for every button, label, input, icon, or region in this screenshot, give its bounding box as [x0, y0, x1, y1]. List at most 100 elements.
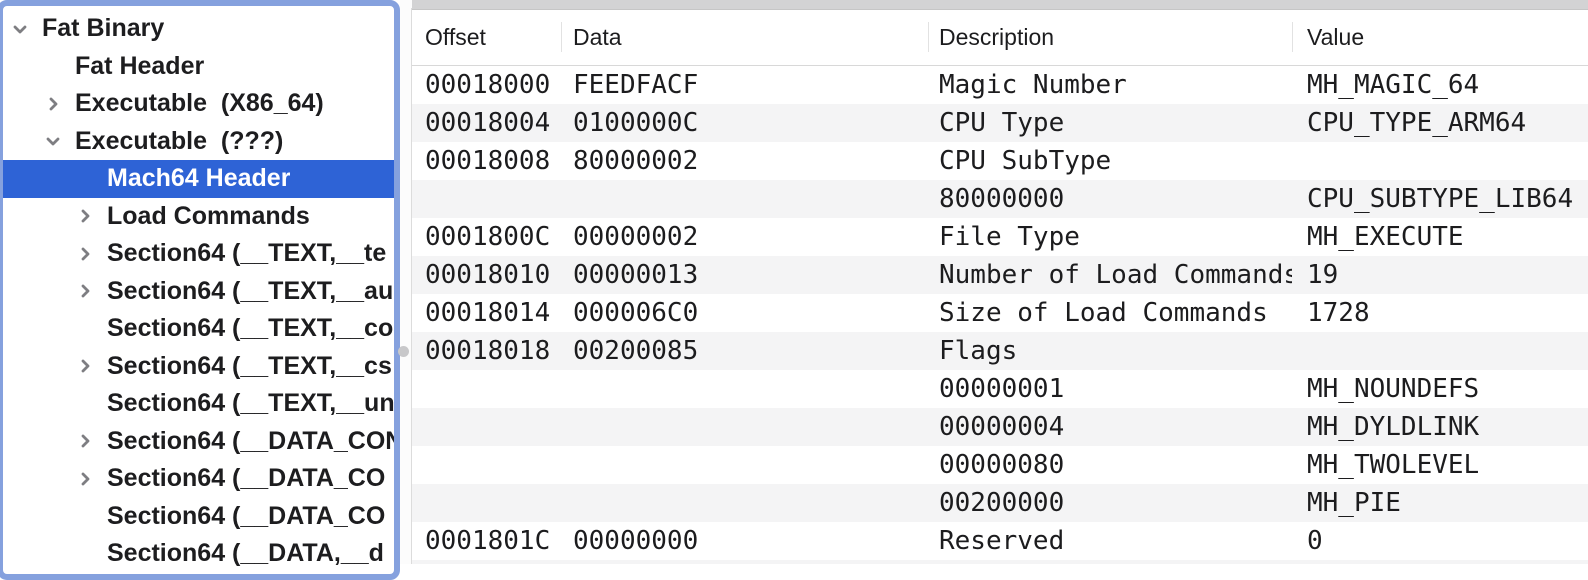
table-row[interactable]: 00018010 00000013 Number of Load Command…	[412, 256, 1588, 294]
table-row[interactable]: 00000001 MH_NOUNDEFS	[412, 370, 1588, 408]
cell-data: 000006C0	[561, 298, 928, 328]
table-row[interactable]: 00018008 80000002 CPU SubType	[412, 142, 1588, 180]
table-row[interactable]: 00018014 000006C0 Size of Load Commands …	[412, 294, 1588, 332]
tree-item-section64-text-te[interactable]: Section64 (__TEXT,__te	[3, 235, 394, 273]
table-row[interactable]: 80000000 CPU_SUBTYPE_LIB64	[412, 180, 1588, 218]
column-header-offset[interactable]: Offset	[412, 24, 561, 51]
cell-description: 00000080	[928, 450, 1292, 480]
cell-description: 00200000	[928, 488, 1292, 518]
cell-offset: 00018018	[412, 336, 561, 366]
tree-item-load-commands[interactable]: Load Commands	[3, 198, 394, 236]
table-header-row: Offset Data Description Value	[412, 10, 1588, 66]
tree-item-executable[interactable]: Executable (???)	[3, 123, 394, 161]
tree-item-label: Section64 (__TEXT,__cs	[107, 348, 392, 386]
column-header-value[interactable]: Value	[1292, 24, 1588, 51]
cell-description: CPU Type	[928, 108, 1292, 138]
cell-offset: 00018014	[412, 298, 561, 328]
tree-item-section64-text-co[interactable]: Section64 (__TEXT,__co	[3, 310, 394, 348]
chevron-right-icon[interactable]	[75, 356, 95, 376]
sidebar-focus-ring: Fat Binary Fat Header Executable (X86_64…	[0, 0, 400, 580]
chevron-down-icon[interactable]	[10, 19, 30, 39]
cell-description: 00000001	[928, 374, 1292, 404]
table-top-strip	[412, 0, 1588, 10]
cell-offset: 0001800C	[412, 222, 561, 252]
tree-item-section64-data-co[interactable]: Section64 (__DATA_CO	[3, 460, 394, 498]
tree-item-label: Fat Binary	[42, 10, 164, 48]
chevron-right-icon[interactable]	[75, 244, 95, 264]
cell-offset: 00018004	[412, 108, 561, 138]
cell-value: MH_DYLDLINK	[1292, 412, 1588, 442]
cell-data: FEEDFACF	[561, 70, 928, 100]
cell-description: 00000004	[928, 412, 1292, 442]
tree-item-section64-text-au[interactable]: Section64 (__TEXT,__au	[3, 273, 394, 311]
tree-item-section64-text-un[interactable]: Section64 (__TEXT,__un	[3, 385, 394, 423]
cell-description: Magic Number	[928, 70, 1292, 100]
cell-data: 80000002	[561, 146, 928, 176]
tree-item-mach64-header[interactable]: Mach64 Header	[3, 160, 394, 198]
cell-data: 00000013	[561, 260, 928, 290]
binary-structure-tree: Fat Binary Fat Header Executable (X86_64…	[3, 10, 394, 573]
cell-data: 0100000C	[561, 108, 928, 138]
column-separator[interactable]	[1292, 22, 1293, 52]
chevron-right-icon[interactable]	[75, 431, 95, 451]
cell-value: 1728	[1292, 298, 1588, 328]
cell-offset: 0001801C	[412, 526, 561, 556]
tree-item-section64-text-cs[interactable]: Section64 (__TEXT,__cs	[3, 348, 394, 386]
tree-item-label: Section64 (__TEXT,__un	[107, 385, 395, 423]
cell-value: MH_NOUNDEFS	[1292, 374, 1588, 404]
cell-description: Number of Load Commands	[928, 260, 1292, 290]
tree-item-label: Section64 (__DATA_CON	[107, 423, 400, 461]
chevron-right-icon[interactable]	[75, 281, 95, 301]
cell-description: Reserved	[928, 526, 1292, 556]
tree-item-section64-data-co[interactable]: Section64 (__DATA_CO	[3, 498, 394, 536]
tree-item-executable-x86-64[interactable]: Executable (X86_64)	[3, 85, 394, 123]
tree-item-label: Executable (???)	[75, 123, 283, 161]
table-row[interactable]: 00018004 0100000C CPU Type CPU_TYPE_ARM6…	[412, 104, 1588, 142]
cell-value: CPU_SUBTYPE_LIB64	[1292, 184, 1588, 214]
cell-value: MH_MAGIC_64	[1292, 70, 1588, 100]
chevron-right-icon[interactable]	[75, 206, 95, 226]
table-body: 00018000 FEEDFACF Magic Number MH_MAGIC_…	[412, 66, 1588, 564]
divider-handle-icon[interactable]	[398, 346, 409, 357]
cell-value: 19	[1292, 260, 1588, 290]
tree-item-fat-header[interactable]: Fat Header	[3, 48, 394, 86]
tree-item-section64-data-con[interactable]: Section64 (__DATA_CON	[3, 423, 394, 461]
table-row[interactable]: 00018000 FEEDFACF Magic Number MH_MAGIC_…	[412, 66, 1588, 104]
table-row[interactable]: 00000080 MH_TWOLEVEL	[412, 446, 1588, 484]
cell-data: 00000002	[561, 222, 928, 252]
column-header-description[interactable]: Description	[928, 24, 1292, 51]
tree-item-label: Section64 (__DATA_CO	[107, 498, 385, 536]
cell-value: MH_EXECUTE	[1292, 222, 1588, 252]
table-row[interactable]: 00200000 MH_PIE	[412, 484, 1588, 522]
cell-description: File Type	[928, 222, 1292, 252]
table-row[interactable]: 00018018 00200085 Flags	[412, 332, 1588, 370]
table-row[interactable]: 00000004 MH_DYLDLINK	[412, 408, 1588, 446]
tree-item-section64-data-d[interactable]: Section64 (__DATA,__d	[3, 535, 394, 573]
cell-value: 0	[1292, 526, 1588, 556]
chevron-down-icon[interactable]	[43, 131, 63, 151]
cell-description: CPU SubType	[928, 146, 1292, 176]
cell-value: MH_PIE	[1292, 488, 1588, 518]
tree-item-label: Section64 (__DATA,__d	[107, 535, 384, 573]
cell-value: MH_TWOLEVEL	[1292, 450, 1588, 480]
table-row[interactable]: 0001800C 00000002 File Type MH_EXECUTE	[412, 218, 1588, 256]
cell-offset: 00018010	[412, 260, 561, 290]
cell-data: 00200085	[561, 336, 928, 366]
cell-data: 00000000	[561, 526, 928, 556]
macho-field-table: Offset Data Description Value 00018000 F…	[412, 0, 1588, 564]
tree-item-label: Executable (X86_64)	[75, 85, 324, 123]
cell-value: CPU_TYPE_ARM64	[1292, 108, 1588, 138]
column-separator[interactable]	[561, 22, 562, 52]
tree-item-label: Load Commands	[107, 198, 310, 236]
chevron-right-icon[interactable]	[43, 94, 63, 114]
chevron-right-icon[interactable]	[75, 469, 95, 489]
tree-item-label: Section64 (__TEXT,__au	[107, 273, 393, 311]
tree-item-fat-binary[interactable]: Fat Binary	[3, 10, 394, 48]
table-row[interactable]: 0001801C 00000000 Reserved 0	[412, 522, 1588, 560]
tree-item-label: Section64 (__TEXT,__te	[107, 235, 386, 273]
column-header-data[interactable]: Data	[561, 24, 928, 51]
cell-offset: 00018008	[412, 146, 561, 176]
tree-item-label: Section64 (__TEXT,__co	[107, 310, 393, 348]
cell-description: Size of Load Commands	[928, 298, 1292, 328]
column-separator[interactable]	[928, 22, 929, 52]
